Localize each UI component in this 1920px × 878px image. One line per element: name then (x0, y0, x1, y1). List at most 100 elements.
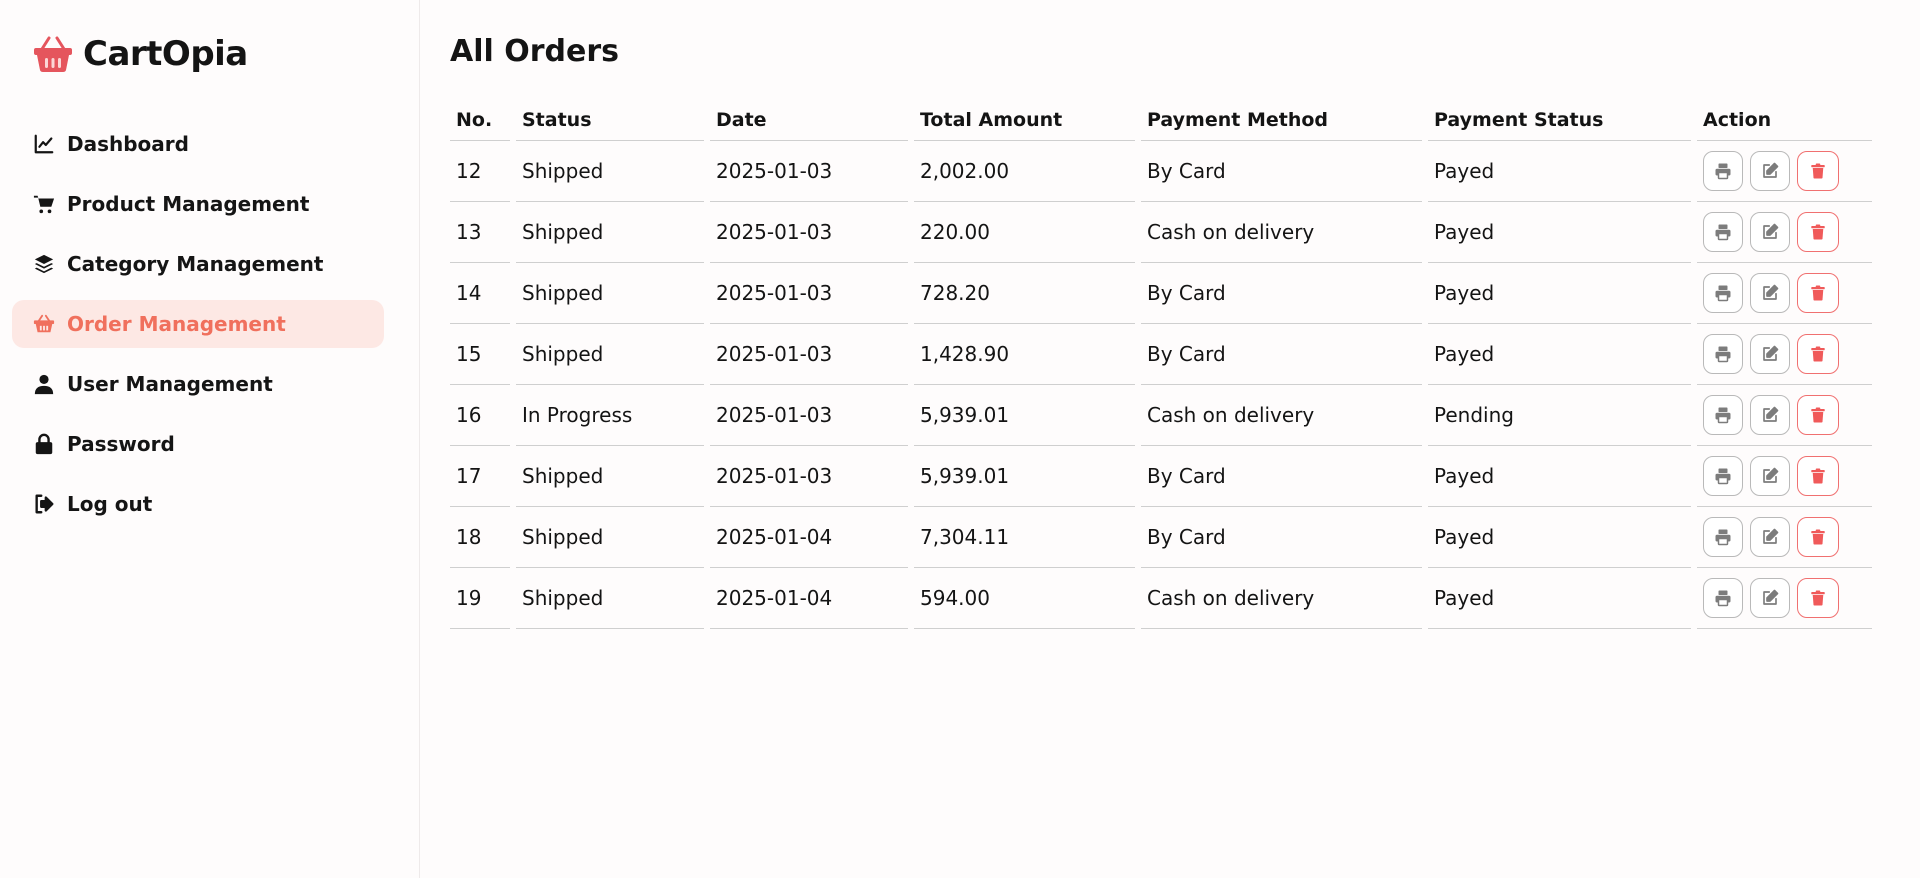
order-actions (1697, 568, 1872, 629)
order-payment-method: By Card (1141, 446, 1422, 507)
orders-table: No. Status Date Total Amount Payment Met… (444, 100, 1878, 629)
order-payment-method: By Card (1141, 507, 1422, 568)
sidebar-item-label: Password (67, 432, 175, 456)
edit-icon (1763, 162, 1779, 178)
delete-button[interactable] (1797, 456, 1839, 496)
print-button[interactable] (1703, 151, 1743, 191)
edit-button[interactable] (1750, 517, 1790, 557)
column-header-payment-method: Payment Method (1141, 100, 1422, 141)
table-row: 12 Shipped 2025-01-03 2,002.00 By Card P… (450, 141, 1872, 202)
order-total-amount: 728.20 (914, 263, 1135, 324)
order-date: 2025-01-03 (710, 141, 908, 202)
main-content: All Orders No. Status Date Total Amount … (420, 0, 1920, 878)
order-number: 13 (450, 202, 510, 263)
order-actions (1697, 446, 1872, 507)
edit-icon (1763, 406, 1779, 422)
order-total-amount: 1,428.90 (914, 324, 1135, 385)
print-button[interactable] (1703, 578, 1743, 618)
order-payment-status: Payed (1428, 202, 1691, 263)
order-payment-method: By Card (1141, 324, 1422, 385)
trash-icon (1811, 224, 1825, 240)
column-header-status: Status (516, 100, 704, 141)
delete-button[interactable] (1797, 395, 1839, 435)
table-row: 19 Shipped 2025-01-04 594.00 Cash on del… (450, 568, 1872, 629)
order-payment-method: By Card (1141, 141, 1422, 202)
order-actions (1697, 141, 1872, 202)
print-button[interactable] (1703, 456, 1743, 496)
order-total-amount: 5,939.01 (914, 446, 1135, 507)
edit-button[interactable] (1750, 273, 1790, 313)
order-status: Shipped (516, 202, 704, 263)
order-status: In Progress (516, 385, 704, 446)
edit-icon (1763, 467, 1779, 483)
order-payment-status: Payed (1428, 446, 1691, 507)
order-date: 2025-01-03 (710, 263, 908, 324)
order-total-amount: 594.00 (914, 568, 1135, 629)
edit-button[interactable] (1750, 151, 1790, 191)
print-button[interactable] (1703, 273, 1743, 313)
delete-button[interactable] (1797, 212, 1839, 252)
delete-button[interactable] (1797, 334, 1839, 374)
order-payment-status: Payed (1428, 507, 1691, 568)
chart-line-icon (34, 134, 54, 154)
order-actions (1697, 263, 1872, 324)
order-payment-status: Payed (1428, 141, 1691, 202)
order-payment-method: Cash on delivery (1141, 202, 1422, 263)
print-icon (1715, 529, 1731, 546)
delete-button[interactable] (1797, 578, 1839, 618)
sidebar-item-user-management[interactable]: User Management (12, 360, 384, 408)
trash-icon (1811, 163, 1825, 179)
sidebar-item-log-out[interactable]: Log out (12, 480, 384, 528)
sidebar: CartOpia Dashboard Product Management Ca… (0, 0, 420, 878)
order-date: 2025-01-04 (710, 507, 908, 568)
print-icon (1715, 468, 1731, 485)
column-header-date: Date (710, 100, 908, 141)
edit-button[interactable] (1750, 578, 1790, 618)
edit-button[interactable] (1750, 334, 1790, 374)
table-row: 15 Shipped 2025-01-03 1,428.90 By Card P… (450, 324, 1872, 385)
table-row: 17 Shipped 2025-01-03 5,939.01 By Card P… (450, 446, 1872, 507)
delete-button[interactable] (1797, 151, 1839, 191)
sidebar-item-label: Order Management (67, 312, 286, 336)
sidebar-item-product-management[interactable]: Product Management (12, 180, 384, 228)
delete-button[interactable] (1797, 273, 1839, 313)
edit-button[interactable] (1750, 456, 1790, 496)
order-payment-status: Payed (1428, 263, 1691, 324)
order-date: 2025-01-03 (710, 385, 908, 446)
order-number: 18 (450, 507, 510, 568)
order-payment-status: Payed (1428, 324, 1691, 385)
basket-icon (34, 36, 72, 72)
order-number: 12 (450, 141, 510, 202)
edit-icon (1763, 223, 1779, 239)
sidebar-item-order-management[interactable]: Order Management (12, 300, 384, 348)
order-payment-method: Cash on delivery (1141, 568, 1422, 629)
order-number: 16 (450, 385, 510, 446)
edit-button[interactable] (1750, 212, 1790, 252)
brand[interactable]: CartOpia (33, 34, 248, 74)
trash-icon (1811, 407, 1825, 423)
column-header-action: Action (1697, 100, 1872, 141)
order-date: 2025-01-03 (710, 202, 908, 263)
print-button[interactable] (1703, 517, 1743, 557)
print-button[interactable] (1703, 395, 1743, 435)
edit-button[interactable] (1750, 395, 1790, 435)
print-icon (1715, 285, 1731, 302)
sidebar-item-password[interactable]: Password (12, 420, 384, 468)
trash-icon (1811, 529, 1825, 545)
order-status: Shipped (516, 507, 704, 568)
cart-icon (33, 195, 55, 214)
table-header-row: No. Status Date Total Amount Payment Met… (450, 100, 1872, 141)
edit-icon (1763, 345, 1779, 361)
user-icon (34, 374, 54, 395)
delete-button[interactable] (1797, 517, 1839, 557)
sidebar-item-dashboard[interactable]: Dashboard (12, 120, 384, 168)
print-button[interactable] (1703, 212, 1743, 252)
edit-icon (1763, 284, 1779, 300)
print-button[interactable] (1703, 334, 1743, 374)
page-title: All Orders (450, 34, 619, 69)
layers-icon (34, 254, 54, 274)
table-row: 16 In Progress 2025-01-03 5,939.01 Cash … (450, 385, 1872, 446)
brand-name: CartOpia (83, 34, 248, 74)
sidebar-item-label: Category Management (67, 252, 324, 276)
sidebar-item-category-management[interactable]: Category Management (12, 240, 384, 288)
